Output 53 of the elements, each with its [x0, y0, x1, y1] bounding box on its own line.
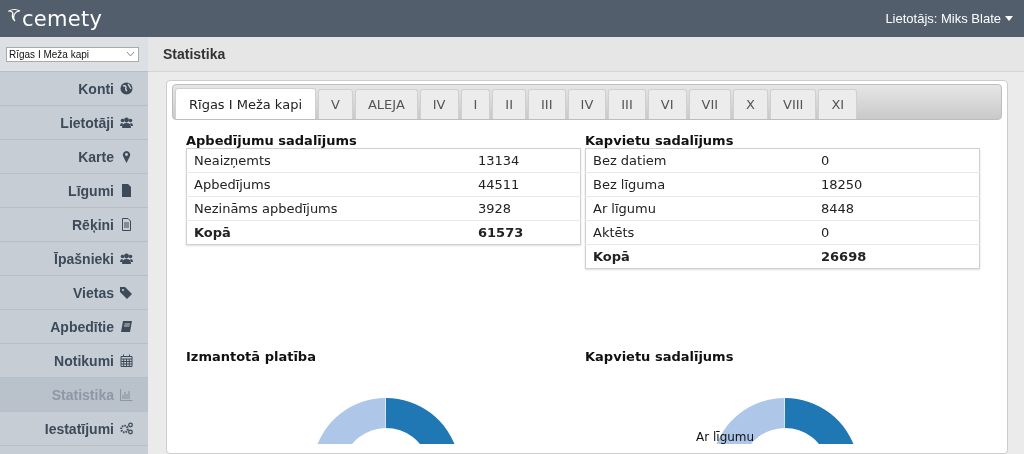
tab[interactable]: II: [492, 89, 527, 119]
table-cell: Kopā: [585, 244, 814, 269]
tab[interactable]: V: [318, 89, 353, 119]
table-cell: 8448: [814, 196, 980, 221]
tab[interactable]: VI: [647, 89, 687, 119]
cemetery-select[interactable]: Rīgas I Meža kapi: [6, 46, 139, 62]
table-cell: Neaizņemts: [186, 148, 471, 173]
tab[interactable]: Rīgas I Meža kapi: [175, 88, 316, 119]
tab[interactable]: VII: [688, 89, 732, 119]
bird-logo-icon: [8, 7, 22, 22]
book-icon: [120, 320, 133, 333]
table-title: Kapvietu sadalījums: [585, 133, 735, 148]
table-title: Apbedījumu sadalījums: [186, 133, 358, 148]
chart-title: Izmantotā platība: [186, 349, 317, 364]
table-cell: 18250: [814, 172, 980, 197]
tab[interactable]: IV: [567, 89, 607, 119]
tab[interactable]: III: [528, 89, 566, 119]
users-icon: [120, 116, 133, 129]
chart-label: Ar līgumu: [696, 430, 755, 444]
table-cell: 0: [814, 220, 980, 245]
table-cell: Bez datiem: [585, 148, 814, 173]
tab[interactable]: I: [460, 89, 491, 119]
chevron-icon: [127, 52, 134, 56]
tab[interactable]: ALEJA: [354, 89, 418, 119]
table-cell: 61573: [471, 220, 581, 245]
logo-text: cemety: [22, 6, 103, 31]
chart-title: Kapvietu sadalījums: [585, 349, 735, 364]
table-cell: Ar līgumu: [585, 196, 814, 221]
table-cell: 13134: [471, 148, 581, 173]
tab[interactable]: XI: [818, 89, 858, 119]
caret-icon: [1005, 16, 1013, 21]
tab[interactable]: III: [608, 89, 646, 119]
tab[interactable]: VIII: [770, 89, 817, 119]
table-cell: Apbedījums: [186, 172, 471, 197]
table-cell: Nezināms apbedījums: [186, 196, 471, 221]
table-cell: 3928: [471, 196, 581, 221]
calendar-icon: [120, 354, 133, 367]
tab[interactable]: IV: [419, 89, 459, 119]
pin-icon: [120, 150, 133, 163]
table-cell: Aktēts: [585, 220, 814, 245]
table-cell: Kopā: [186, 220, 471, 245]
table-cell: 0: [814, 148, 980, 173]
tab[interactable]: X: [733, 89, 768, 119]
file-icon: [120, 184, 133, 197]
table-cell: 44511: [471, 172, 581, 197]
table-cell: 26698: [814, 244, 980, 269]
users-icon: [120, 252, 133, 265]
page-title: Statistika: [163, 46, 226, 62]
tag-icon: [120, 286, 133, 299]
chart-icon: [120, 388, 133, 401]
user-menu[interactable]: Lietotājs: Miks Blate: [885, 11, 1013, 26]
doc-icon: [120, 218, 133, 231]
table-cell: Bez līguma: [585, 172, 814, 197]
